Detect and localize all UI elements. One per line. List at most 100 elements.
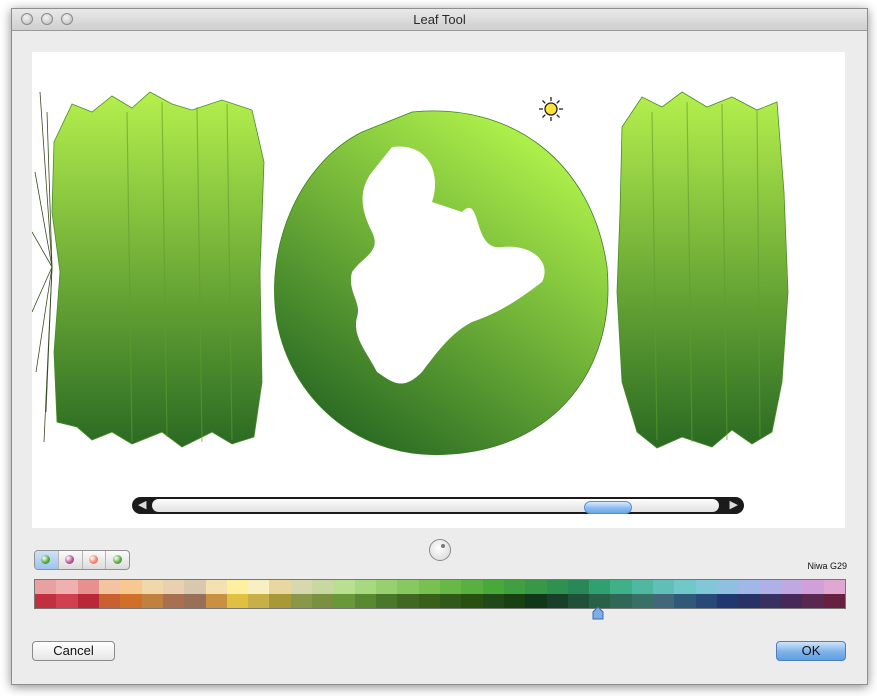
palette-swatch[interactable] bbox=[759, 580, 771, 594]
palette-swatch[interactable] bbox=[269, 594, 281, 608]
palette-swatch[interactable] bbox=[674, 580, 686, 594]
palette-swatch[interactable] bbox=[439, 580, 451, 594]
palette-swatch[interactable] bbox=[663, 594, 675, 608]
palette-swatch[interactable] bbox=[173, 594, 185, 608]
palette-swatch[interactable] bbox=[802, 594, 813, 608]
scroll-thumb[interactable] bbox=[584, 501, 632, 514]
color-palette[interactable] bbox=[34, 579, 846, 609]
palette-swatch[interactable] bbox=[823, 580, 835, 594]
palette-swatch[interactable] bbox=[599, 580, 611, 594]
palette-swatch[interactable] bbox=[141, 594, 153, 608]
palette-swatch[interactable] bbox=[418, 580, 430, 594]
palette-swatch[interactable] bbox=[450, 594, 462, 608]
palette-swatch[interactable] bbox=[88, 580, 99, 594]
palette-swatch[interactable] bbox=[653, 594, 664, 608]
palette-swatch[interactable] bbox=[216, 580, 227, 594]
palette-swatch[interactable] bbox=[66, 594, 78, 608]
palette-swatch[interactable] bbox=[194, 580, 206, 594]
palette-swatch[interactable] bbox=[205, 594, 217, 608]
palette-swatch[interactable] bbox=[535, 594, 547, 608]
palette-swatch[interactable] bbox=[717, 594, 728, 608]
palette-swatch[interactable] bbox=[429, 594, 440, 608]
palette-swatch[interactable] bbox=[461, 594, 472, 608]
palette-swatch[interactable] bbox=[557, 580, 568, 594]
palette-swatch[interactable] bbox=[791, 594, 803, 608]
palette-swatch[interactable] bbox=[376, 580, 387, 594]
palette-swatch[interactable] bbox=[631, 594, 643, 608]
color-mode-2[interactable] bbox=[83, 551, 107, 569]
palette-swatch[interactable] bbox=[162, 594, 174, 608]
palette-swatch[interactable] bbox=[312, 580, 323, 594]
palette-swatch[interactable] bbox=[269, 580, 281, 594]
palette-swatch[interactable] bbox=[130, 580, 142, 594]
palette-swatch[interactable] bbox=[98, 580, 110, 594]
palette-swatch[interactable] bbox=[109, 594, 121, 608]
palette-swatch[interactable] bbox=[386, 580, 398, 594]
palette-swatch[interactable] bbox=[471, 594, 483, 608]
palette-swatch[interactable] bbox=[738, 594, 749, 608]
palette-swatch[interactable] bbox=[344, 594, 355, 608]
palette-swatch[interactable] bbox=[791, 580, 803, 594]
palette-swatch[interactable] bbox=[610, 580, 622, 594]
palette-swatch[interactable] bbox=[248, 594, 259, 608]
palette-swatch[interactable] bbox=[578, 580, 590, 594]
ok-button[interactable]: OK bbox=[776, 641, 846, 661]
palette-swatch[interactable] bbox=[748, 580, 760, 594]
palette-swatch[interactable] bbox=[35, 594, 46, 608]
palette-swatch[interactable] bbox=[173, 580, 185, 594]
palette-swatch[interactable] bbox=[642, 594, 654, 608]
palette-swatch[interactable] bbox=[248, 580, 259, 594]
palette-swatch[interactable] bbox=[685, 580, 696, 594]
palette-swatch[interactable] bbox=[482, 580, 494, 594]
palette-swatch[interactable] bbox=[418, 594, 430, 608]
palette-swatch[interactable] bbox=[162, 580, 174, 594]
palette-swatch[interactable] bbox=[130, 594, 142, 608]
palette-swatch[interactable] bbox=[514, 580, 526, 594]
palette-swatch[interactable] bbox=[344, 580, 355, 594]
palette-swatch[interactable] bbox=[482, 594, 494, 608]
palette-swatch[interactable] bbox=[748, 594, 760, 608]
palette-swatch[interactable] bbox=[88, 594, 99, 608]
palette-swatch[interactable] bbox=[258, 594, 270, 608]
palette-swatch[interactable] bbox=[333, 594, 345, 608]
palette-swatch[interactable] bbox=[77, 594, 89, 608]
palette-swatch[interactable] bbox=[141, 580, 153, 594]
palette-swatch[interactable] bbox=[525, 594, 536, 608]
palette-swatch[interactable] bbox=[695, 580, 707, 594]
palette-swatch[interactable] bbox=[120, 580, 131, 594]
palette-swatch[interactable] bbox=[717, 580, 728, 594]
palette-swatch[interactable] bbox=[621, 580, 632, 594]
palette-swatch[interactable] bbox=[812, 594, 824, 608]
palette-swatch[interactable] bbox=[322, 580, 334, 594]
palette-swatch[interactable] bbox=[535, 580, 547, 594]
palette-swatch[interactable] bbox=[35, 580, 46, 594]
sun-icon[interactable] bbox=[538, 96, 564, 122]
palette-swatch[interactable] bbox=[312, 594, 323, 608]
palette-swatch[interactable] bbox=[738, 580, 749, 594]
color-mode-0[interactable] bbox=[35, 551, 59, 569]
palette-swatch[interactable] bbox=[56, 580, 67, 594]
palette-swatch[interactable] bbox=[397, 580, 408, 594]
palette-swatch[interactable] bbox=[45, 594, 57, 608]
palette-swatch[interactable] bbox=[503, 594, 515, 608]
palette-swatch[interactable] bbox=[589, 580, 600, 594]
palette-swatch[interactable] bbox=[770, 594, 781, 608]
palette-swatch[interactable] bbox=[120, 594, 131, 608]
palette-swatch[interactable] bbox=[280, 580, 291, 594]
palette-swatch[interactable] bbox=[493, 580, 504, 594]
palette-swatch[interactable] bbox=[727, 594, 739, 608]
cancel-button[interactable]: Cancel bbox=[32, 641, 115, 661]
palette-swatch[interactable] bbox=[56, 594, 67, 608]
palette-swatch[interactable] bbox=[376, 594, 387, 608]
palette-swatch[interactable] bbox=[77, 580, 89, 594]
palette-swatch[interactable] bbox=[258, 580, 270, 594]
palette-swatch[interactable] bbox=[184, 580, 195, 594]
palette-swatch[interactable] bbox=[706, 594, 717, 608]
palette-swatch[interactable] bbox=[290, 594, 302, 608]
palette-swatch[interactable] bbox=[226, 580, 238, 594]
palette-swatch[interactable] bbox=[354, 580, 366, 594]
color-mode-segmented-control[interactable] bbox=[34, 550, 130, 570]
palette-swatch[interactable] bbox=[152, 580, 163, 594]
palette-swatch[interactable] bbox=[98, 594, 110, 608]
palette-swatch[interactable] bbox=[685, 594, 696, 608]
